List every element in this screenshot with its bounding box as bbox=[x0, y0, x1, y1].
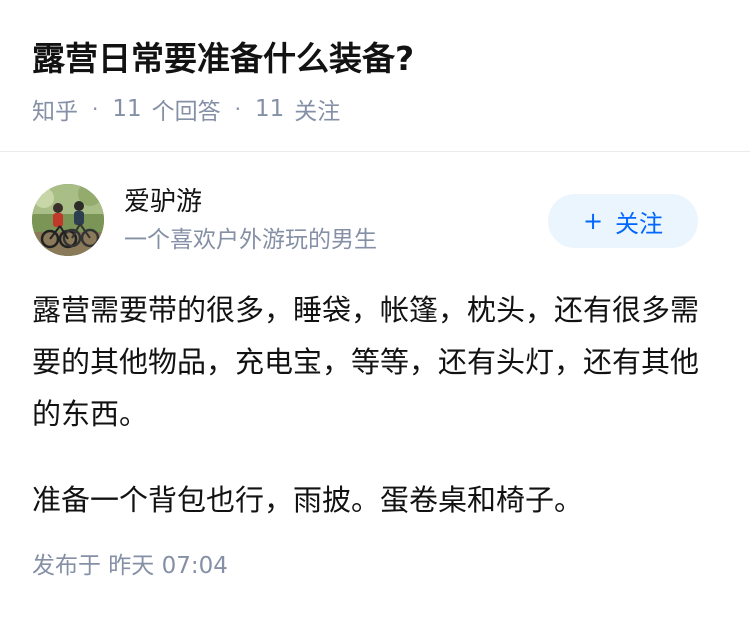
avatar[interactable] bbox=[32, 184, 104, 256]
meta-separator: · bbox=[234, 97, 241, 121]
answer-paragraph: 露营需要带的很多，睡袋，帐篷，枕头，还有很多需要的其他物品，充电宝，等等，还有头… bbox=[32, 293, 700, 431]
author-name[interactable]: 爱驴游 bbox=[124, 184, 202, 220]
publish-time: 发布于 昨天 07:04 bbox=[32, 553, 228, 579]
source-label: 知乎 bbox=[32, 99, 78, 125]
follow-button-label: 关注 bbox=[615, 209, 664, 238]
question-header: 露营日常要准备什么装备? 知乎 · 11 个回答 · 11 关注 bbox=[0, 0, 750, 152]
follow-button[interactable]: + 关注 bbox=[548, 194, 698, 248]
question-title[interactable]: 露营日常要准备什么装备? bbox=[32, 34, 414, 84]
answers-label: 个回答 bbox=[151, 99, 221, 125]
followers-label: 关注 bbox=[294, 99, 341, 125]
avatar-photo-icon bbox=[32, 184, 104, 256]
author-bio: 一个喜欢户外游玩的男生 bbox=[124, 227, 377, 253]
author-row: 爱驴游 一个喜欢户外游玩的男生 + 关注 bbox=[32, 184, 718, 258]
answer-paragraph: 准备一个背包也行，雨披。蛋卷桌和椅子。 bbox=[32, 483, 584, 517]
plus-icon: + bbox=[582, 207, 604, 235]
followers-count: 11 bbox=[255, 96, 285, 122]
answers-count: 11 bbox=[112, 96, 142, 122]
answer-content[interactable]: 露营需要带的很多，睡袋，帐篷，枕头，还有很多需要的其他物品，充电宝，等等，还有头… bbox=[32, 284, 718, 526]
question-meta: 知乎 · 11 个回答 · 11 关注 bbox=[32, 92, 340, 126]
meta-separator: · bbox=[92, 97, 99, 121]
